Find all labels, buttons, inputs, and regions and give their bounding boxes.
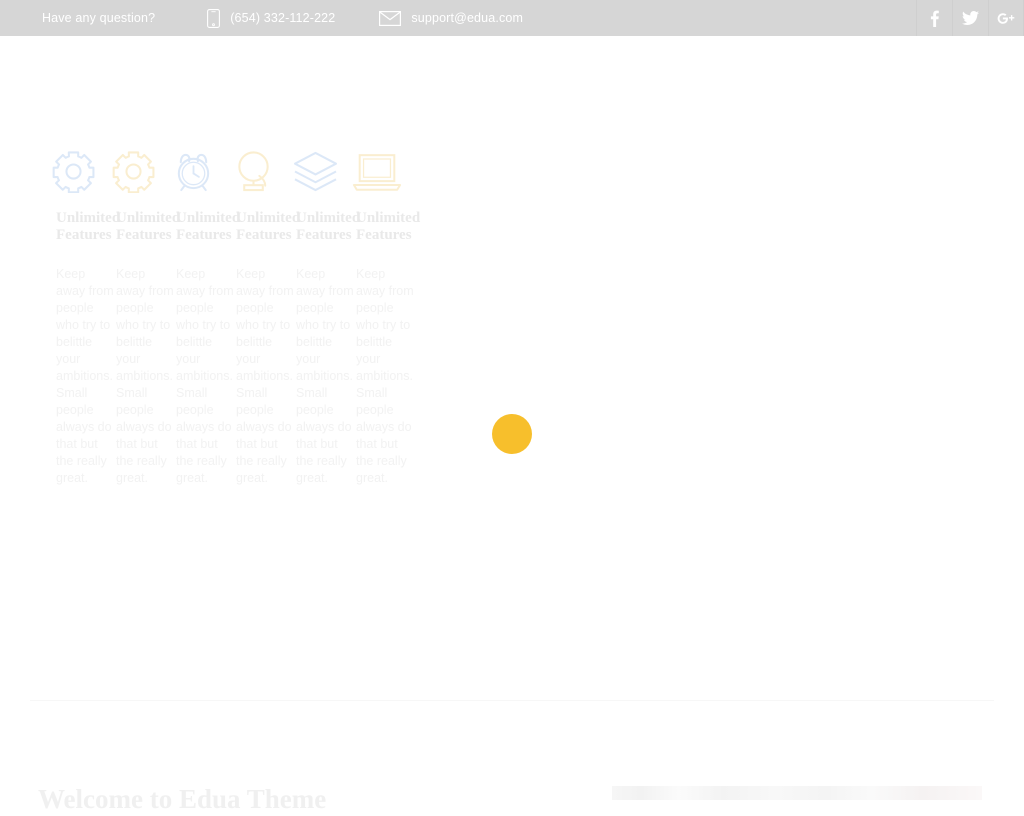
feature-body: Keep away from people who try to belittl… [356,267,414,485]
feature-column[interactable]: Unlimited Features Keep away from people… [290,140,360,485]
feature-column[interactable]: Unlimited Features Keep away from people… [50,140,120,485]
loading-spinner [492,414,532,454]
mobile-phone-icon [207,8,221,28]
feature-title: Unlimited Features [356,210,421,243]
twitter-icon[interactable] [952,0,988,36]
welcome-heading: Welcome to Edua Theme [38,784,327,814]
globe-stand-icon [230,140,290,202]
welcome-image [612,786,982,800]
laptop-icon [350,140,410,202]
feature-column[interactable]: Unlimited Features Keep away from people… [230,140,300,485]
phone-number: (654) 332-112-222 [230,11,336,25]
gear-icon [110,140,170,202]
section-divider [30,700,994,701]
top-contact-info: Have any question? (654) 332-112-222 sup… [42,8,524,28]
feature-body: Keep away from people who try to belittl… [116,267,174,485]
top-contact-bar: Have any question? (654) 332-112-222 sup… [0,0,1024,36]
google-plus-icon[interactable] [988,0,1024,36]
feature-body: Keep away from people who try to belittl… [56,267,114,485]
feature-body: Keep away from people who try to belittl… [176,267,234,485]
feature-body: Keep away from people who try to belittl… [236,267,294,485]
email-address: support@edua.com [411,11,524,25]
layers-icon [290,140,350,202]
envelope-icon [379,10,402,26]
alarm-clock-icon [170,140,230,202]
phone-contact[interactable]: (654) 332-112-222 [207,8,336,28]
feature-column[interactable]: Unlimited Features Keep away from people… [110,140,180,485]
email-contact[interactable]: support@edua.com [379,10,524,26]
social-links [916,0,1024,36]
feature-column[interactable]: Unlimited Features Keep away from people… [170,140,240,485]
feature-body: Keep away from people who try to belittl… [296,267,354,485]
features-section: Unlimited Features Keep away from people… [50,140,450,485]
have-any-question-label: Have any question? [42,11,156,25]
gear-icon [50,140,110,202]
facebook-icon[interactable] [916,0,952,36]
feature-column[interactable]: Unlimited Features Keep away from people… [350,140,420,485]
